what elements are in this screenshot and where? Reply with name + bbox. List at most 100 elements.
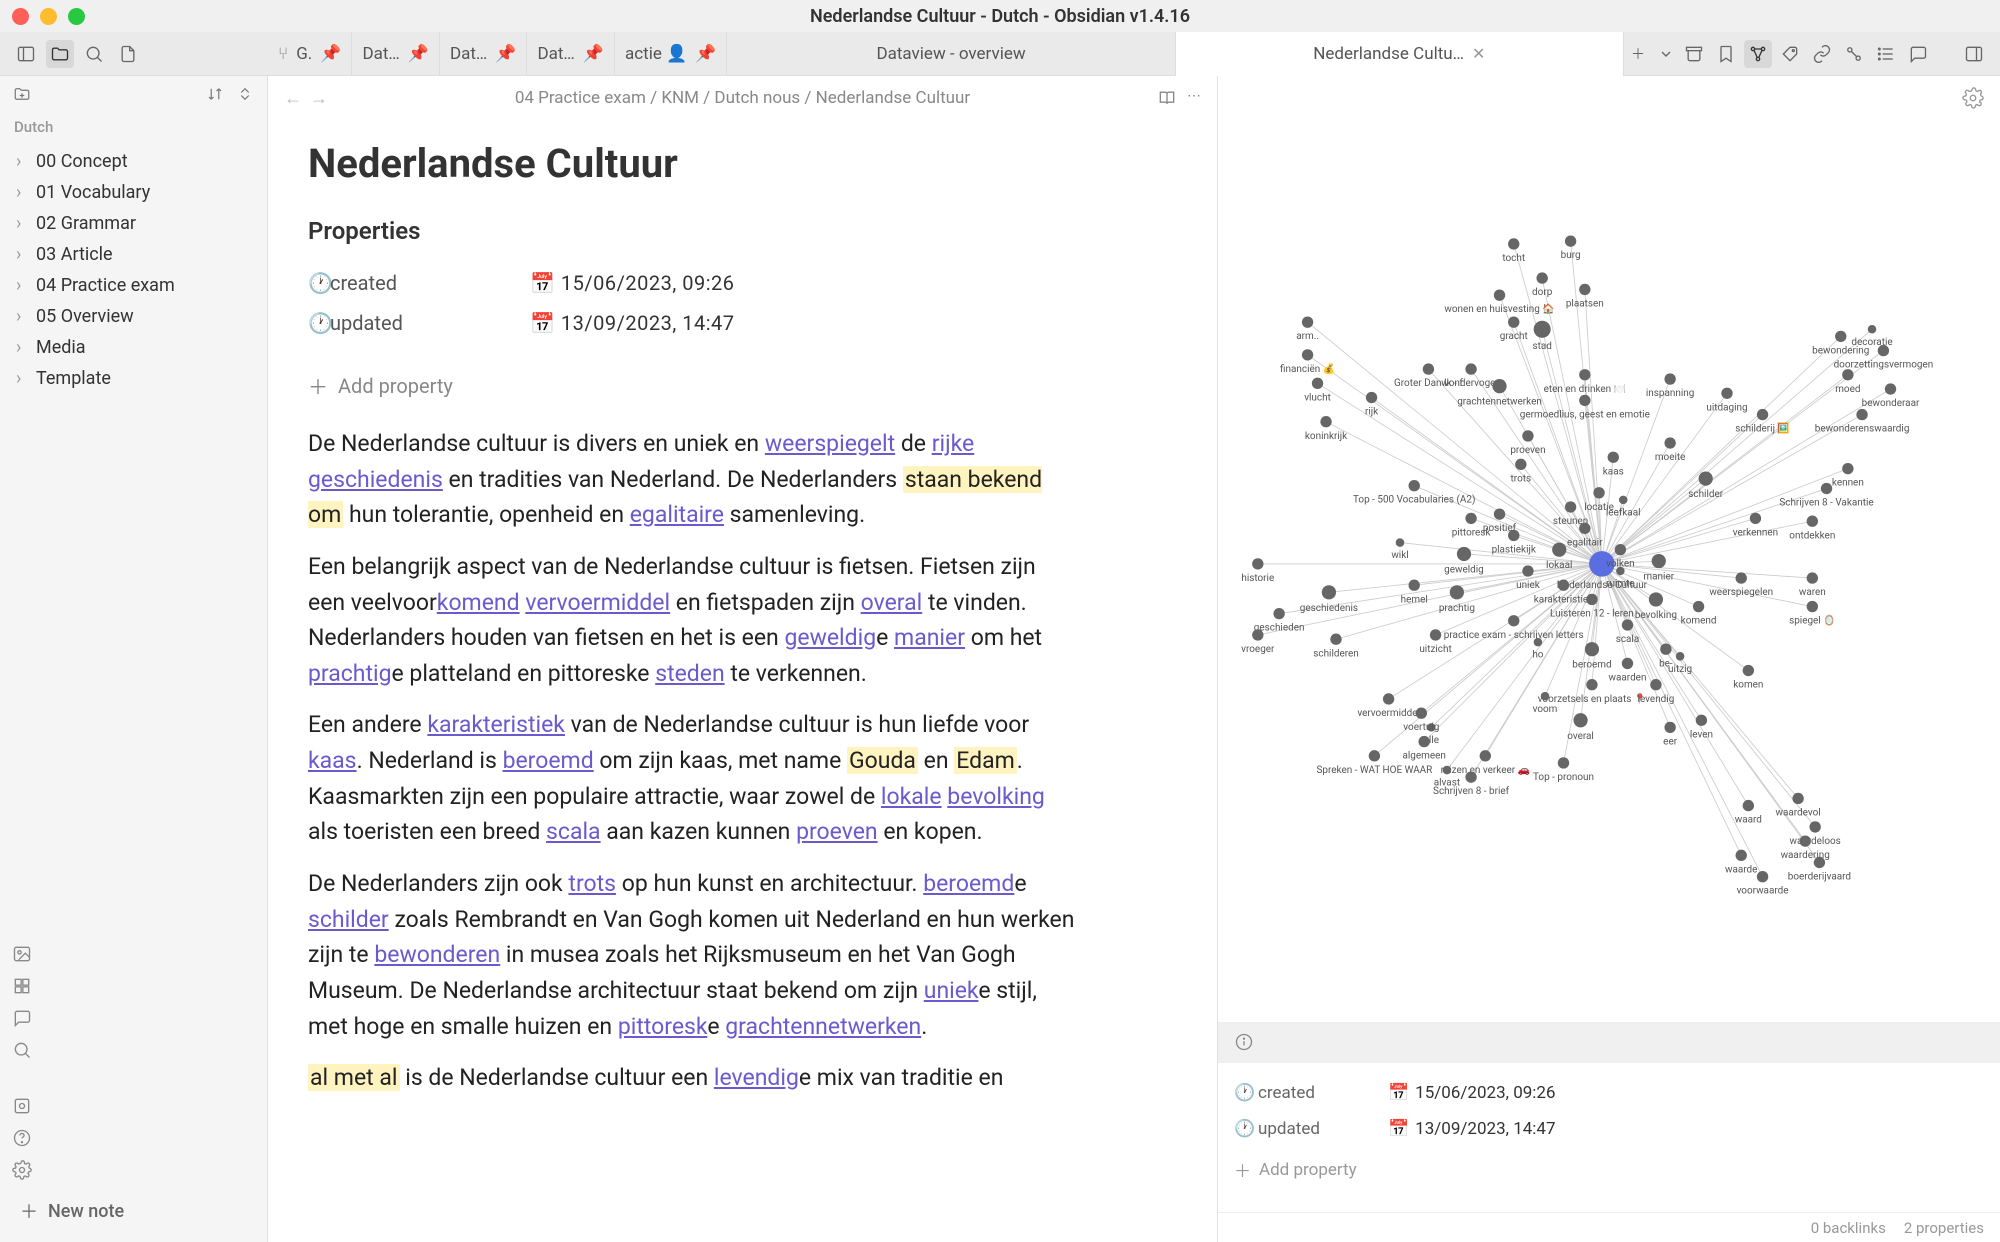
link[interactable]: manier — [894, 624, 965, 651]
graph-icon[interactable] — [1744, 40, 1772, 68]
link[interactable]: bewonderen — [374, 941, 500, 968]
graph-node[interactable] — [1736, 572, 1747, 583]
left-sidebar-toggle-icon[interactable] — [12, 40, 40, 68]
graph-node[interactable] — [1800, 835, 1811, 846]
backlinks-icon[interactable] — [1808, 40, 1836, 68]
graph-node[interactable] — [1573, 713, 1587, 727]
graph-node[interactable] — [1652, 554, 1666, 568]
graph-node[interactable] — [1465, 513, 1476, 524]
graph-node[interactable] — [1534, 321, 1551, 338]
pinned-tab[interactable]: ⑂ G. 📌 — [268, 32, 352, 76]
link[interactable]: levendig — [714, 1064, 799, 1091]
pinned-tab[interactable]: Dat… 📌 — [527, 32, 615, 76]
link[interactable]: overal — [861, 589, 923, 616]
graph-node[interactable] — [1664, 722, 1675, 733]
graph-node[interactable] — [1586, 594, 1597, 605]
graph-node[interactable] — [1856, 409, 1867, 420]
folder-item[interactable]: ›03 Article — [8, 239, 259, 270]
graph-node[interactable] — [1508, 238, 1519, 249]
new-file-icon[interactable] — [114, 40, 142, 68]
graph-node[interactable] — [1423, 363, 1434, 374]
graph-node[interactable] — [1579, 284, 1590, 295]
graph-node[interactable] — [1552, 543, 1566, 557]
graph-node[interactable] — [1842, 369, 1853, 380]
graph-node[interactable] — [1430, 629, 1441, 640]
close-tab-icon[interactable]: ✕ — [1472, 44, 1485, 63]
link[interactable]: geweldig — [784, 624, 876, 651]
files-icon[interactable] — [46, 40, 74, 68]
graph-node[interactable] — [1664, 373, 1675, 384]
graph-node[interactable] — [1494, 289, 1505, 300]
graph-node[interactable] — [1616, 567, 1625, 576]
graph-node[interactable] — [1622, 619, 1633, 630]
link[interactable]: komend — [437, 589, 520, 616]
folder-item[interactable]: ›05 Overview — [8, 301, 259, 332]
graph-node[interactable] — [1693, 601, 1704, 612]
graph-node[interactable] — [1465, 771, 1476, 782]
graph-node[interactable] — [1721, 388, 1732, 399]
graph-node[interactable] — [1522, 430, 1533, 441]
tag-icon[interactable] — [1776, 40, 1804, 68]
graph-node[interactable] — [1593, 487, 1604, 498]
graph-node[interactable] — [1409, 480, 1420, 491]
folder-item[interactable]: ›02 Grammar — [8, 208, 259, 239]
zoom-window[interactable] — [68, 8, 85, 25]
graph-node[interactable] — [1696, 715, 1707, 726]
graph-node[interactable] — [1465, 363, 1476, 374]
graph-node[interactable] — [1383, 693, 1394, 704]
graph-node[interactable] — [1676, 652, 1685, 661]
close-window[interactable] — [12, 8, 29, 25]
folder-item[interactable]: ›Template — [8, 363, 259, 394]
graph-node[interactable] — [1508, 615, 1519, 626]
link[interactable]: steden — [655, 660, 724, 687]
properties-count[interactable]: 2 properties — [1904, 1219, 1984, 1237]
graph-node[interactable] — [1515, 459, 1526, 470]
link[interactable]: trots — [568, 870, 616, 897]
graph-node[interactable] — [1809, 821, 1820, 832]
graph-node[interactable] — [1807, 601, 1818, 612]
settings-icon[interactable] — [8, 1156, 36, 1184]
graph-node[interactable] — [1558, 757, 1569, 768]
graph-node[interactable] — [1579, 395, 1590, 406]
breadcrumb[interactable]: 04 Practice exam / KNM / Dutch nous / Ne… — [336, 88, 1149, 108]
link[interactable]: egalitaire — [630, 501, 724, 528]
graph-settings-icon[interactable] — [1962, 87, 1984, 109]
graph-node[interactable] — [1622, 658, 1633, 669]
graph-node[interactable] — [1885, 383, 1896, 394]
graph-node[interactable] — [1322, 585, 1336, 599]
graph-node[interactable] — [1302, 349, 1313, 360]
property-row[interactable]: 🕐 created 📅 15/06/2023, 09:26 — [1234, 1075, 1984, 1111]
image-icon[interactable] — [8, 940, 36, 968]
graph-node[interactable] — [1699, 471, 1713, 485]
info-icon[interactable] — [1234, 1032, 1254, 1052]
search-bottom-icon[interactable] — [8, 1036, 36, 1064]
link[interactable]: scala — [546, 818, 601, 845]
graph-node[interactable] — [1541, 692, 1550, 701]
graph-node[interactable] — [1792, 793, 1803, 804]
tab-dataview[interactable]: Dataview - overview — [727, 32, 1175, 76]
add-property-button[interactable]: ＋ Add property — [1234, 1147, 1984, 1192]
local-graph[interactable]: tochtburgdorpplaatsenwonen en huisvestin… — [1218, 120, 2000, 1022]
new-folder-icon[interactable] — [10, 82, 34, 106]
graph-node[interactable] — [1650, 679, 1661, 690]
graph-node[interactable] — [1492, 379, 1506, 393]
graph-node[interactable] — [1312, 378, 1323, 389]
pinned-tab[interactable]: Dat… 📌 — [440, 32, 528, 76]
graph-node[interactable] — [1302, 316, 1313, 327]
grid-icon[interactable] — [8, 972, 36, 1000]
graph-node[interactable] — [1494, 508, 1505, 519]
collapse-icon[interactable] — [233, 82, 257, 106]
link[interactable]: beroemd — [503, 747, 594, 774]
link[interactable]: pittoresk — [618, 1013, 708, 1040]
more-icon[interactable]: ⋯ — [1187, 88, 1201, 108]
graph-node[interactable] — [1409, 580, 1420, 591]
graph-node[interactable] — [1615, 544, 1626, 555]
folder-item[interactable]: ›01 Vocabulary — [8, 177, 259, 208]
graph-node[interactable] — [1416, 707, 1427, 718]
sort-icon[interactable] — [203, 82, 227, 106]
outgoing-links-icon[interactable] — [1840, 40, 1868, 68]
link[interactable]: vervoermiddel — [525, 589, 670, 616]
link[interactable]: karakteristiek — [427, 711, 565, 738]
graph-node[interactable] — [1821, 483, 1832, 494]
graph-node[interactable] — [1534, 638, 1543, 647]
